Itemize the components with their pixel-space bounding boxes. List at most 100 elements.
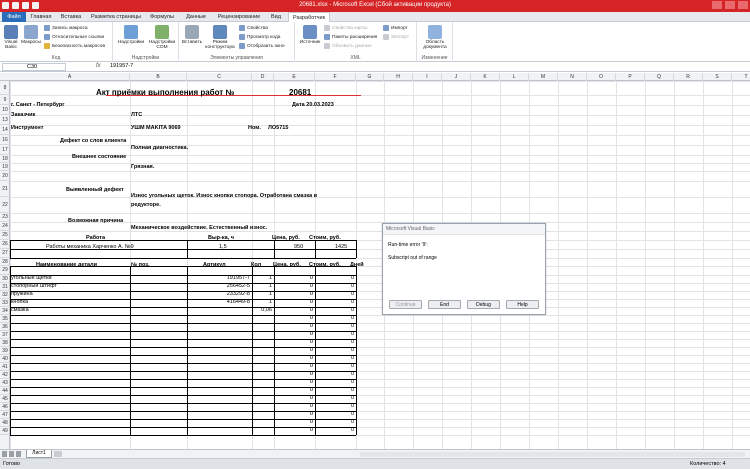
row-header-45[interactable]: 45: [0, 395, 10, 403]
prev-sheet-icon[interactable]: [9, 451, 14, 457]
row-header-36[interactable]: 36: [0, 323, 10, 331]
tab-review[interactable]: Рецензирование: [214, 12, 264, 22]
column-header-H[interactable]: H: [384, 73, 413, 81]
row-header-43[interactable]: 43: [0, 379, 10, 387]
column-header-D[interactable]: D: [252, 73, 274, 81]
row-header-26[interactable]: 26: [0, 240, 10, 249]
column-header-L[interactable]: L: [500, 73, 529, 81]
sheet-tab-1[interactable]: Лист1: [26, 450, 52, 458]
refresh-data-button[interactable]: Обновить данные: [324, 43, 372, 49]
debug-button[interactable]: Debug: [467, 300, 500, 309]
row-header-47[interactable]: 47: [0, 411, 10, 419]
row-header-23[interactable]: 23: [0, 213, 10, 222]
column-header-F[interactable]: F: [315, 73, 356, 81]
column-header-O[interactable]: O: [587, 73, 616, 81]
row-header-10[interactable]: 10: [0, 105, 10, 115]
show-window-button[interactable]: Отобразить окно: [239, 43, 285, 49]
column-header-R[interactable]: R: [674, 73, 703, 81]
row-header-22[interactable]: 22: [0, 197, 10, 213]
column-header-C[interactable]: C: [187, 73, 252, 81]
insert-control-button[interactable]: Вставить: [181, 25, 203, 45]
document-panel-button[interactable]: Область документа: [419, 25, 451, 50]
tab-formulas[interactable]: Формулы: [146, 12, 178, 22]
column-header-I[interactable]: I: [413, 73, 442, 81]
design-mode-button[interactable]: Режим конструктора: [203, 25, 237, 50]
continue-button[interactable]: Continue: [389, 300, 422, 309]
row-header-17[interactable]: 17: [0, 145, 10, 155]
row-header-8[interactable]: 8: [0, 81, 10, 95]
row-header-29[interactable]: 29: [0, 266, 10, 275]
column-header-P[interactable]: P: [616, 73, 645, 81]
insert-function-icon[interactable]: fx: [96, 63, 101, 69]
tab-home[interactable]: Главная: [28, 12, 54, 22]
row-header-16[interactable]: 16: [0, 135, 10, 145]
macro-security-button[interactable]: Безопасность макросов: [44, 43, 105, 49]
tab-file[interactable]: Файл: [2, 12, 26, 22]
com-addins-button[interactable]: Надстройки COM: [146, 25, 178, 50]
column-header-T[interactable]: T: [732, 73, 750, 81]
row-header-41[interactable]: 41: [0, 363, 10, 371]
row-header-31[interactable]: 31: [0, 283, 10, 291]
column-header-J[interactable]: J: [442, 73, 471, 81]
horizontal-scrollbar[interactable]: [360, 452, 745, 457]
row-header-24[interactable]: 24: [0, 222, 10, 231]
map-properties-button[interactable]: Свойства карты: [324, 25, 367, 31]
row-header-28[interactable]: 28: [0, 258, 10, 266]
row-header-46[interactable]: 46: [0, 403, 10, 411]
column-header-Q[interactable]: Q: [645, 73, 674, 81]
tab-data[interactable]: Данные: [180, 12, 212, 22]
row-header-18[interactable]: 18: [0, 155, 10, 163]
help-button[interactable]: Help: [506, 300, 539, 309]
tab-page-layout[interactable]: Разметка страницы: [88, 12, 144, 22]
next-sheet-icon[interactable]: [16, 451, 21, 457]
visual-basic-button[interactable]: Visual Basic: [2, 25, 20, 50]
row-header-34[interactable]: 34: [0, 307, 10, 315]
row-header-44[interactable]: 44: [0, 387, 10, 395]
column-header-N[interactable]: N: [558, 73, 587, 81]
export-button[interactable]: Экспорт: [383, 34, 409, 40]
row-header-48[interactable]: 48: [0, 419, 10, 427]
row-header-40[interactable]: 40: [0, 355, 10, 363]
tab-view[interactable]: Вид: [266, 12, 286, 22]
column-header-A[interactable]: A: [10, 73, 130, 81]
minimize-icon[interactable]: [712, 1, 722, 9]
row-header-30[interactable]: 30: [0, 275, 10, 283]
row-header-32[interactable]: 32: [0, 291, 10, 299]
properties-button[interactable]: Свойства: [239, 25, 268, 31]
expansion-packs-button[interactable]: Пакеты расширения: [324, 34, 377, 40]
macros-button[interactable]: Макросы: [20, 25, 42, 45]
column-header-M[interactable]: M: [529, 73, 558, 81]
row-header-25[interactable]: 25: [0, 231, 10, 240]
row-header-49[interactable]: 49: [0, 427, 10, 435]
column-header-G[interactable]: G: [356, 73, 384, 81]
row-header-37[interactable]: 37: [0, 331, 10, 339]
row-header-42[interactable]: 42: [0, 371, 10, 379]
column-header-K[interactable]: K: [471, 73, 500, 81]
row-header-33[interactable]: 33: [0, 299, 10, 307]
addins-button[interactable]: Надстройки: [116, 25, 146, 45]
row-header-19[interactable]: 19: [0, 163, 10, 171]
column-header-B[interactable]: B: [130, 73, 187, 81]
row-header-35[interactable]: 35: [0, 315, 10, 323]
row-header-20[interactable]: 20: [0, 171, 10, 181]
row-header-38[interactable]: 38: [0, 339, 10, 347]
row-header-39[interactable]: 39: [0, 347, 10, 355]
end-button[interactable]: End: [428, 300, 461, 309]
import-button[interactable]: Импорт: [383, 25, 408, 31]
tab-developer[interactable]: Разработчик: [288, 12, 330, 22]
row-header-21[interactable]: 21: [0, 181, 10, 197]
relative-refs-button[interactable]: Относительные ссылки: [44, 34, 104, 40]
column-header-E[interactable]: E: [274, 73, 315, 81]
view-code-button[interactable]: Просмотр кода: [239, 34, 280, 40]
row-header-27[interactable]: 27: [0, 249, 10, 258]
close-icon[interactable]: [738, 1, 748, 9]
maximize-icon[interactable]: [725, 1, 735, 9]
row-header-13[interactable]: 13: [0, 115, 10, 125]
name-box[interactable]: C30: [2, 63, 66, 71]
insert-sheet-icon[interactable]: [54, 451, 62, 457]
row-header-9[interactable]: 9: [0, 95, 10, 105]
record-macro-button[interactable]: Запись макроса: [44, 25, 88, 31]
xml-source-button[interactable]: Источник: [297, 25, 323, 45]
first-sheet-icon[interactable]: [2, 451, 7, 457]
row-header-14[interactable]: 14: [0, 125, 10, 135]
